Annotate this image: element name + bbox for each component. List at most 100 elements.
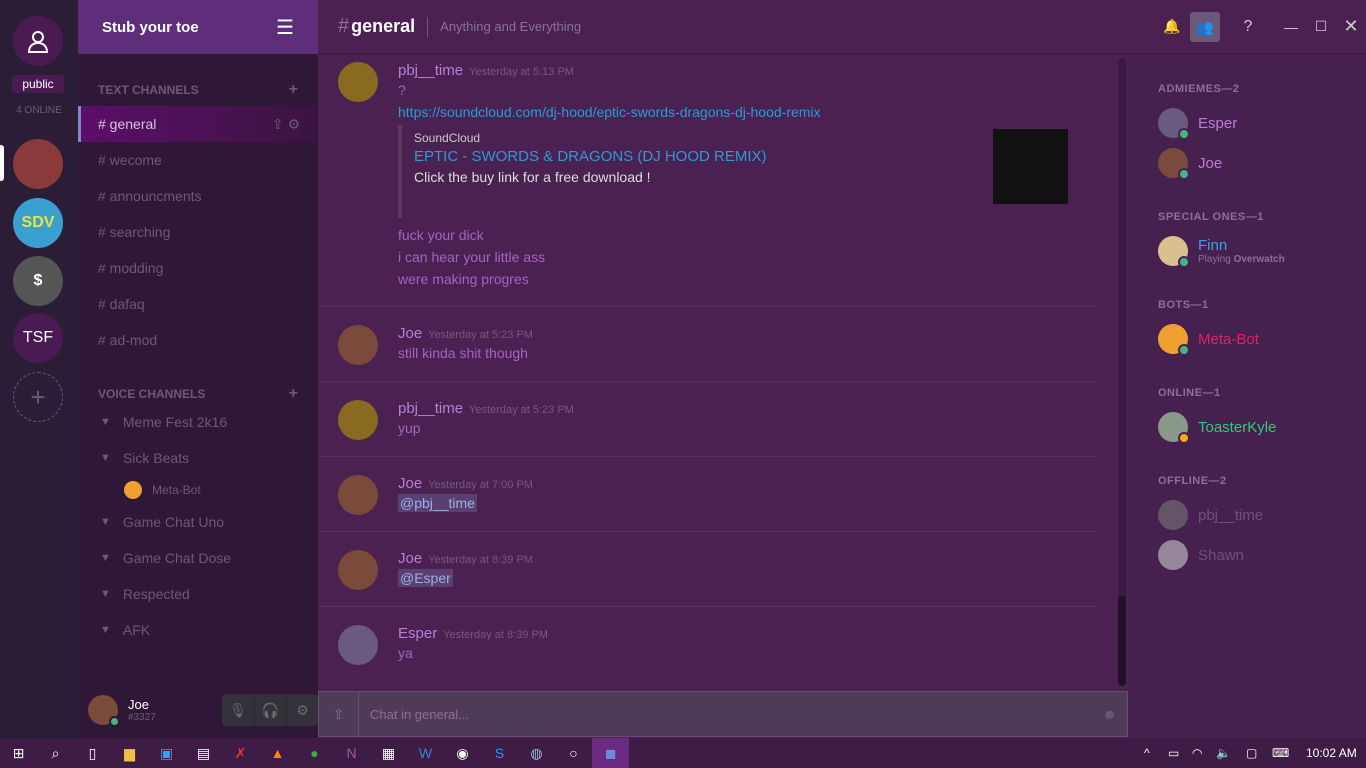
skype-icon[interactable]: S xyxy=(481,745,518,761)
cmd-icon[interactable]: ▤ xyxy=(185,745,222,762)
battery-icon[interactable]: ▭ xyxy=(1168,746,1192,760)
guild-header[interactable]: Stub your toe ☰ xyxy=(78,0,318,54)
category-label: TEXT CHANNELS xyxy=(98,83,199,97)
author[interactable]: pbj__time xyxy=(398,62,463,79)
steam-icon[interactable]: ◍ xyxy=(518,745,555,762)
file-explorer-icon[interactable]: ▆ xyxy=(111,745,148,762)
server-dollar[interactable]: $ xyxy=(13,256,63,306)
text-channels-header[interactable]: TEXT CHANNELS + xyxy=(78,80,318,100)
guild-name: Stub your toe xyxy=(102,18,199,36)
voice-channel[interactable]: ▼ Sick Beats xyxy=(78,440,318,476)
mention[interactable]: @pbj__time xyxy=(398,494,477,512)
search-icon[interactable]: ⌕ xyxy=(37,745,74,762)
channel-wecome[interactable]: # wecome xyxy=(78,142,318,178)
notification-icon[interactable]: ▢ xyxy=(1246,746,1272,760)
voice-channel[interactable]: ▼ Meme Fest 2k16 xyxy=(78,404,318,440)
members-icon[interactable]: 👥 xyxy=(1190,11,1220,42)
voice-user[interactable]: Meta-Bot xyxy=(78,476,318,504)
avatar[interactable] xyxy=(338,550,378,590)
channel-dafaq[interactable]: # dafaq xyxy=(78,286,318,322)
channel-searching[interactable]: # searching xyxy=(78,214,318,250)
chrome-icon[interactable]: ● xyxy=(296,745,333,761)
member[interactable]: Finn Playing Overwatch xyxy=(1128,231,1366,271)
add-server-button[interactable]: + xyxy=(13,372,63,422)
voice-channel[interactable]: ▼ AFK xyxy=(78,612,318,648)
add-channel-icon[interactable]: + xyxy=(289,81,298,99)
vlc-icon[interactable]: ▲ xyxy=(259,745,296,761)
message: Joe Yesterday at 5:23 PM still kinda shit … xyxy=(318,307,1098,382)
author[interactable]: Joe xyxy=(398,325,422,342)
windows-start-icon[interactable]: ⊞ xyxy=(0,745,37,762)
author[interactable]: Joe xyxy=(398,550,422,567)
voice-channel[interactable]: ▼ Respected xyxy=(78,576,318,612)
avatar[interactable] xyxy=(338,625,378,665)
group-header: SPECIAL ONES—1 xyxy=(1158,211,1264,223)
bell-icon[interactable]: 🔔 xyxy=(1154,18,1190,35)
member[interactable]: ToasterKyle xyxy=(1128,407,1366,447)
menu-icon[interactable]: ☰ xyxy=(276,15,294,40)
add-channel-icon[interactable]: + xyxy=(289,385,298,403)
microphone-icon[interactable]: 🎙 xyxy=(222,694,254,726)
member[interactable]: Shawn xyxy=(1128,535,1366,575)
member[interactable]: Esper xyxy=(1128,103,1366,143)
task-view-icon[interactable]: ▯ xyxy=(74,745,111,762)
app-icon[interactable]: ✗ xyxy=(222,745,259,762)
app-icon[interactable]: ○ xyxy=(555,745,592,761)
voice-channels-header[interactable]: VOICE CHANNELS + xyxy=(78,384,318,404)
avatar[interactable] xyxy=(338,400,378,440)
server-sdv[interactable]: SDV xyxy=(13,198,63,248)
help-icon[interactable]: ? xyxy=(1220,18,1276,36)
category-label: VOICE CHANNELS xyxy=(98,387,206,401)
member[interactable]: pbj__time xyxy=(1128,495,1366,535)
link[interactable]: https://soundcloud.com/dj-hood/eptic-swo… xyxy=(398,101,1108,123)
server-tsf[interactable]: TSF xyxy=(13,313,63,363)
minimize-icon[interactable]: — xyxy=(1276,19,1306,35)
member[interactable]: Joe xyxy=(1128,143,1366,183)
upload-icon[interactable]: ⇧ xyxy=(319,692,359,736)
volume-icon[interactable]: 🔈 xyxy=(1216,746,1246,760)
member[interactable]: Meta-Bot xyxy=(1128,319,1366,359)
mention[interactable]: @Esper xyxy=(398,569,453,587)
author[interactable]: Joe xyxy=(398,475,422,492)
headphones-icon[interactable]: 🎧 xyxy=(254,694,286,726)
embed-thumbnail[interactable] xyxy=(993,129,1068,204)
app-icon[interactable]: ▦ xyxy=(370,745,407,762)
embed-title[interactable]: EPTIC - SWORDS & DRAGONS (DJ HOOD REMIX) xyxy=(414,148,993,165)
keyboard-icon[interactable]: ⌨ xyxy=(1272,746,1306,760)
timestamp: Yesterday at 5:23 PM xyxy=(428,329,533,341)
clock[interactable]: 10:02 AM xyxy=(1306,746,1366,760)
channel-ad-mod[interactable]: # ad-mod xyxy=(78,322,318,358)
avatar[interactable] xyxy=(88,695,120,727)
member-list: ADMIEMES—2 Esper Joe SPECIAL ONES—1 Finn… xyxy=(1128,54,1366,738)
settings-icon[interactable]: ⚙ xyxy=(286,694,318,726)
channel-modding[interactable]: # modding xyxy=(78,250,318,286)
avatar[interactable] xyxy=(338,325,378,365)
channel-general[interactable]: # general ⇪ ⚙ xyxy=(78,106,318,142)
voice-channel[interactable]: ▼ Game Chat Uno xyxy=(78,504,318,540)
bot-avatar xyxy=(124,481,142,499)
wifi-icon[interactable]: ◠ xyxy=(1192,746,1216,760)
word-icon[interactable]: W xyxy=(407,745,444,761)
emoji-icon[interactable]: ☻ xyxy=(1102,706,1117,722)
avatar[interactable] xyxy=(338,62,378,102)
friends-icon[interactable] xyxy=(13,16,63,66)
obs-icon[interactable]: ◉ xyxy=(444,745,481,762)
message: pbj__time Yesterday at 5:13 PM ? https://… xyxy=(318,54,1098,307)
tray-chevron-icon[interactable]: ^ xyxy=(1144,746,1168,760)
app-icon[interactable]: ▣ xyxy=(148,745,185,762)
channel-announcments[interactable]: # announcments xyxy=(78,178,318,214)
server-icon[interactable] xyxy=(13,139,63,189)
group-header: ONLINE—1 xyxy=(1158,387,1221,399)
maximize-icon[interactable]: ☐ xyxy=(1306,18,1336,35)
onenote-icon[interactable]: N xyxy=(333,745,370,761)
avatar[interactable] xyxy=(338,475,378,515)
message-input[interactable]: ⇧ Chat in general... ☻ xyxy=(318,691,1128,737)
discord-icon[interactable]: ◼ xyxy=(592,738,629,768)
author[interactable]: pbj__time xyxy=(398,400,463,417)
voice-channel[interactable]: ▼ Game Chat Dose xyxy=(78,540,318,576)
close-icon[interactable]: ✕ xyxy=(1336,16,1366,37)
scrollbar[interactable] xyxy=(1118,58,1126,686)
author[interactable]: Esper xyxy=(398,625,437,642)
message-text: were making progres xyxy=(398,271,529,287)
invite-and-settings-icons[interactable]: ⇪ ⚙ xyxy=(272,116,300,133)
